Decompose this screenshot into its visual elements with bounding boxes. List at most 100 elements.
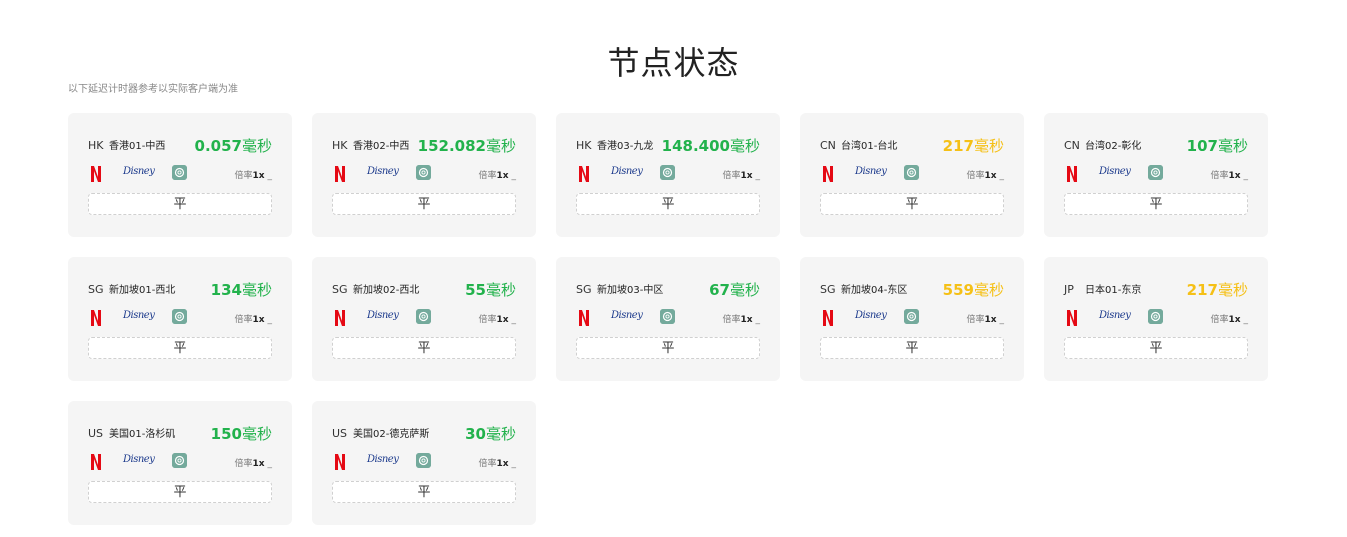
service-row: Disney 倍率1x _ xyxy=(820,165,1004,183)
service-row: Disney 倍率1x _ xyxy=(332,309,516,327)
service-row: Disney 倍率1x _ xyxy=(88,453,272,471)
node-card: HK 香港02-中西 152.082毫秒 Disney 倍率1x _ 平 xyxy=(312,113,536,237)
trend-indicator: 平 xyxy=(1064,337,1248,359)
latency-value: 107毫秒 xyxy=(1186,137,1248,155)
latency-value: 55毫秒 xyxy=(465,281,516,299)
chatgpt-icon xyxy=(660,309,675,324)
rate-multiplier: 倍率1x _ xyxy=(966,315,1004,325)
trend-indicator: 平 xyxy=(88,193,272,215)
service-row: Disney 倍率1x _ xyxy=(1064,309,1248,327)
netflix-icon xyxy=(91,310,101,326)
service-row: Disney 倍率1x _ xyxy=(1064,165,1248,183)
country-code: HK xyxy=(88,139,104,152)
latency-value: 150毫秒 xyxy=(210,425,272,443)
page-title: 节点状态 xyxy=(607,44,740,82)
country-code: SG xyxy=(820,283,836,296)
disney-plus-icon: Disney xyxy=(611,166,643,177)
disney-plus-icon: Disney xyxy=(855,166,887,177)
chatgpt-icon xyxy=(904,309,919,324)
node-name: 香港01-中西 xyxy=(109,141,166,152)
disney-plus-icon: Disney xyxy=(123,310,155,321)
latency-value: 148.400毫秒 xyxy=(661,137,760,155)
node-name: 新加坡03-中区 xyxy=(597,285,664,296)
disney-plus-icon: Disney xyxy=(1099,166,1131,177)
trend-indicator: 平 xyxy=(332,481,516,503)
rate-multiplier: 倍率1x _ xyxy=(1210,315,1248,325)
node-name: 台湾02-彰化 xyxy=(1085,141,1142,152)
node-card: JP 日本01-东京 217毫秒 Disney 倍率1x _ 平 xyxy=(1044,257,1268,381)
country-code: JP xyxy=(1064,283,1074,296)
disney-plus-icon: Disney xyxy=(611,310,643,321)
netflix-icon xyxy=(579,166,589,182)
netflix-icon xyxy=(1067,166,1077,182)
chatgpt-icon xyxy=(416,165,431,180)
trend-indicator: 平 xyxy=(332,193,516,215)
country-code: US xyxy=(332,427,348,440)
netflix-icon xyxy=(91,166,101,182)
node-name: 台湾01-台北 xyxy=(841,141,898,152)
country-code: HK xyxy=(576,139,592,152)
service-row: Disney 倍率1x _ xyxy=(88,309,272,327)
chatgpt-icon xyxy=(416,453,431,468)
disney-plus-icon: Disney xyxy=(123,454,155,465)
netflix-icon xyxy=(1067,310,1077,326)
chatgpt-icon xyxy=(416,309,431,324)
disney-plus-icon: Disney xyxy=(1099,310,1131,321)
node-header: CN 台湾02-彰化 107毫秒 xyxy=(1064,135,1248,157)
latency-note: 以下延迟计时器参考以实际客户端为准 xyxy=(68,84,238,95)
trend-indicator: 平 xyxy=(88,337,272,359)
node-header: SG 新加坡04-东区 559毫秒 xyxy=(820,279,1004,301)
chatgpt-icon xyxy=(660,165,675,180)
node-card: CN 台湾02-彰化 107毫秒 Disney 倍率1x _ 平 xyxy=(1044,113,1268,237)
node-name: 美国01-洛杉矶 xyxy=(109,429,176,440)
country-code: US xyxy=(88,427,104,440)
netflix-icon xyxy=(823,310,833,326)
service-row: Disney 倍率1x _ xyxy=(576,309,760,327)
node-card: SG 新加坡02-西北 55毫秒 Disney 倍率1x _ 平 xyxy=(312,257,536,381)
latency-value: 152.082毫秒 xyxy=(417,137,516,155)
netflix-icon xyxy=(335,166,345,182)
latency-value: 134毫秒 xyxy=(210,281,272,299)
node-name: 香港02-中西 xyxy=(353,141,410,152)
rate-multiplier: 倍率1x _ xyxy=(234,315,272,325)
node-header: HK 香港01-中西 0.057毫秒 xyxy=(88,135,272,157)
country-code: HK xyxy=(332,139,348,152)
trend-indicator: 平 xyxy=(820,337,1004,359)
country-code: CN xyxy=(820,139,836,152)
rate-multiplier: 倍率1x _ xyxy=(722,315,760,325)
node-header: US 美国01-洛杉矶 150毫秒 xyxy=(88,423,272,445)
trend-indicator: 平 xyxy=(576,337,760,359)
chatgpt-icon xyxy=(1148,165,1163,180)
disney-plus-icon: Disney xyxy=(367,310,399,321)
country-code: SG xyxy=(88,283,104,296)
rate-multiplier: 倍率1x _ xyxy=(234,459,272,469)
node-header: CN 台湾01-台北 217毫秒 xyxy=(820,135,1004,157)
netflix-icon xyxy=(91,454,101,470)
node-header: JP 日本01-东京 217毫秒 xyxy=(1064,279,1248,301)
chatgpt-icon xyxy=(172,165,187,180)
node-name: 美国02-德克萨斯 xyxy=(353,429,430,440)
node-name: 香港03-九龙 xyxy=(597,141,654,152)
node-header: SG 新加坡01-西北 134毫秒 xyxy=(88,279,272,301)
chatgpt-icon xyxy=(172,453,187,468)
netflix-icon xyxy=(579,310,589,326)
node-name: 新加坡04-东区 xyxy=(841,285,908,296)
disney-plus-icon: Disney xyxy=(123,166,155,177)
latency-value: 217毫秒 xyxy=(1186,281,1248,299)
rate-multiplier: 倍率1x _ xyxy=(966,171,1004,181)
disney-plus-icon: Disney xyxy=(367,454,399,465)
node-card: SG 新加坡01-西北 134毫秒 Disney 倍率1x _ 平 xyxy=(68,257,292,381)
latency-value: 0.057毫秒 xyxy=(194,137,272,155)
rate-multiplier: 倍率1x _ xyxy=(478,459,516,469)
node-card: US 美国01-洛杉矶 150毫秒 Disney 倍率1x _ 平 xyxy=(68,401,292,525)
chatgpt-icon xyxy=(172,309,187,324)
trend-indicator: 平 xyxy=(576,193,760,215)
node-card: SG 新加坡04-东区 559毫秒 Disney 倍率1x _ 平 xyxy=(800,257,1024,381)
latency-value: 559毫秒 xyxy=(942,281,1004,299)
service-row: Disney 倍率1x _ xyxy=(332,165,516,183)
disney-plus-icon: Disney xyxy=(367,166,399,177)
node-card: CN 台湾01-台北 217毫秒 Disney 倍率1x _ 平 xyxy=(800,113,1024,237)
node-name: 新加坡02-西北 xyxy=(353,285,420,296)
node-card: HK 香港01-中西 0.057毫秒 Disney 倍率1x _ 平 xyxy=(68,113,292,237)
node-header: HK 香港02-中西 152.082毫秒 xyxy=(332,135,516,157)
